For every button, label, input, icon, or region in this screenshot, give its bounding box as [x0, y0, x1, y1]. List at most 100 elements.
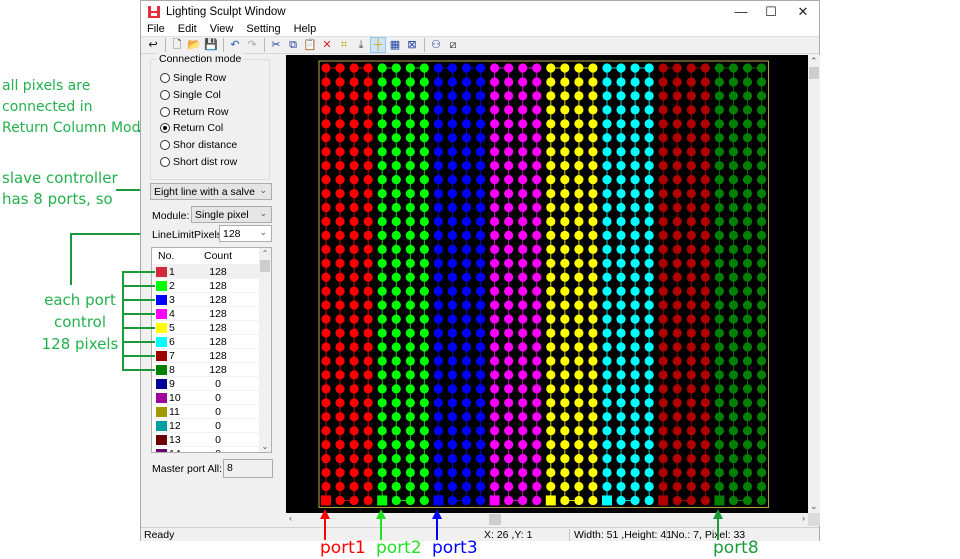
pixel[interactable]	[560, 216, 570, 227]
pixel[interactable]	[602, 105, 612, 115]
pixel[interactable]	[658, 384, 668, 394]
pixel[interactable]	[756, 188, 767, 199]
pixel[interactable]	[672, 440, 682, 450]
pixel[interactable]	[714, 398, 724, 408]
pixel[interactable]	[672, 481, 682, 492]
pixel[interactable]	[461, 133, 472, 143]
pixel[interactable]	[588, 202, 598, 213]
pixel[interactable]	[728, 412, 739, 422]
pixel[interactable]	[546, 105, 556, 115]
scroll-thumb[interactable]	[809, 67, 819, 79]
pixel[interactable]	[616, 244, 626, 254]
pixel[interactable]	[742, 314, 753, 324]
pixel[interactable]	[335, 77, 345, 87]
pixel[interactable]	[447, 481, 458, 492]
pixel[interactable]	[335, 440, 345, 450]
pixel[interactable]	[574, 216, 584, 227]
pixel[interactable]	[546, 133, 556, 143]
pixel[interactable]	[363, 356, 373, 366]
pixel[interactable]	[419, 161, 429, 171]
pixel[interactable]	[490, 398, 500, 408]
pixel[interactable]	[616, 314, 626, 324]
pixel[interactable]	[630, 356, 640, 366]
pixel[interactable]	[574, 91, 584, 101]
pixel[interactable]	[672, 384, 682, 394]
pixel[interactable]	[672, 63, 682, 73]
pixel[interactable]	[686, 272, 696, 282]
pixel[interactable]	[574, 272, 584, 282]
pixel[interactable]	[588, 384, 598, 394]
pixel[interactable]	[574, 147, 584, 157]
port-list-row[interactable]: 6 128	[152, 335, 271, 349]
radio-button-icon[interactable]	[160, 140, 170, 151]
pixel[interactable]	[560, 230, 570, 240]
pixel[interactable]	[644, 77, 654, 87]
pixel[interactable]	[686, 300, 696, 310]
pixel[interactable]	[349, 328, 359, 338]
pixel[interactable]	[546, 481, 556, 492]
port-list-row[interactable]: 13 0	[152, 433, 271, 447]
pixel[interactable]	[588, 426, 598, 436]
pixel[interactable]	[518, 119, 528, 129]
pixel[interactable]	[419, 481, 429, 492]
pixel[interactable]	[405, 147, 415, 157]
pixel[interactable]	[475, 370, 486, 380]
pixel[interactable]	[630, 133, 640, 143]
pixel[interactable]	[644, 105, 654, 115]
pixel[interactable]	[377, 244, 387, 254]
line-limit-select[interactable]: 128 ⌄	[219, 225, 272, 242]
pixel[interactable]	[546, 202, 556, 213]
pixel[interactable]	[433, 314, 443, 324]
pixel[interactable]	[391, 77, 401, 87]
pixel[interactable]	[475, 342, 486, 352]
pixel[interactable]	[588, 398, 598, 408]
radio-shor-distance[interactable]: Shor distance	[160, 139, 237, 151]
pixel[interactable]	[686, 202, 696, 213]
pixel[interactable]	[546, 77, 556, 87]
pixel[interactable]	[672, 244, 682, 254]
pixel[interactable]	[518, 356, 528, 366]
pixel[interactable]	[560, 133, 570, 143]
pixel[interactable]	[504, 258, 514, 268]
pixel[interactable]	[546, 175, 556, 185]
pixel[interactable]	[630, 119, 640, 129]
pixel[interactable]	[602, 356, 612, 366]
scroll-right-icon[interactable]: ›	[802, 513, 805, 523]
pixel[interactable]	[321, 188, 331, 199]
close-button[interactable]: ✕	[787, 1, 819, 22]
pixel[interactable]	[490, 440, 500, 450]
pixel[interactable]	[447, 440, 458, 450]
pixel[interactable]	[546, 328, 556, 338]
pixel[interactable]	[700, 467, 710, 478]
pixel[interactable]	[616, 300, 626, 310]
pixel[interactable]	[461, 286, 472, 296]
pixel[interactable]	[405, 188, 415, 199]
pixel[interactable]	[490, 342, 500, 352]
pixel[interactable]	[574, 175, 584, 185]
pixel[interactable]	[490, 454, 500, 464]
pixel[interactable]	[700, 412, 710, 422]
port-list-row[interactable]: 10 0	[152, 391, 271, 405]
pixel[interactable]	[461, 230, 472, 240]
pixel[interactable]	[321, 440, 331, 450]
pixel[interactable]	[321, 175, 331, 185]
pixel[interactable]	[447, 133, 458, 143]
pixel[interactable]	[630, 258, 640, 268]
pixel[interactable]	[504, 495, 514, 506]
port-start-pixel[interactable]	[545, 495, 556, 506]
pixel[interactable]	[756, 454, 767, 464]
pixel[interactable]	[349, 286, 359, 296]
pixel[interactable]	[532, 481, 542, 492]
pixel[interactable]	[321, 161, 331, 171]
radio-button-icon[interactable]	[160, 89, 170, 100]
pixel-grid[interactable]	[286, 55, 808, 513]
pixel[interactable]	[630, 384, 640, 394]
pixel[interactable]	[630, 342, 640, 352]
pixel[interactable]	[574, 300, 584, 310]
pixel[interactable]	[728, 314, 739, 324]
pixel[interactable]	[756, 412, 767, 422]
pixel[interactable]	[560, 412, 570, 422]
pixel[interactable]	[756, 370, 767, 380]
pixel[interactable]	[363, 328, 373, 338]
pixel[interactable]	[349, 91, 359, 101]
